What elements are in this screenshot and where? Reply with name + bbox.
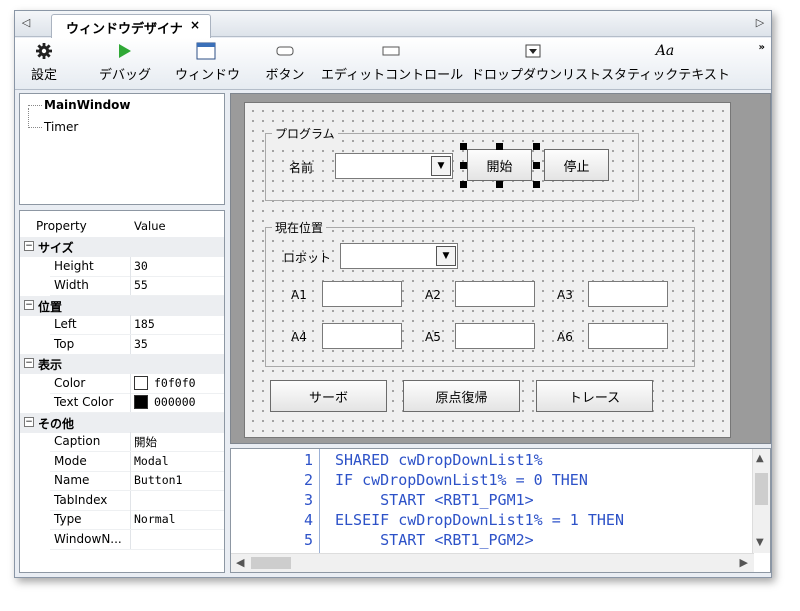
- axis-field-a4[interactable]: [322, 323, 402, 349]
- property-category-position[interactable]: − 位置: [20, 296, 224, 316]
- property-row[interactable]: Name Button1: [20, 471, 224, 491]
- collapse-icon[interactable]: −: [24, 358, 34, 368]
- property-row[interactable]: Color f0f0f0: [20, 374, 224, 394]
- axis-field-a6[interactable]: [588, 323, 668, 349]
- designer-surface: プログラム 名前 ▼ 開始 停止 現在位置 ロボット ▼ A1 A2 A3 A4…: [230, 93, 771, 444]
- chevron-down-icon[interactable]: ▼: [431, 156, 451, 176]
- axis-field-a5[interactable]: [455, 323, 535, 349]
- selection-handle[interactable]: [496, 181, 503, 188]
- program-dropdown[interactable]: ▼: [335, 153, 453, 179]
- static-text-tool[interactable]: Aa スタティックテキスト: [601, 38, 730, 90]
- property-row[interactable]: Left 185: [20, 315, 224, 335]
- static-text-icon: Aa: [655, 43, 675, 59]
- color-swatch[interactable]: [134, 376, 148, 390]
- axis-field-a2[interactable]: [455, 281, 535, 307]
- servo-button[interactable]: サーボ: [270, 380, 387, 412]
- axis-label-a3: A3: [557, 288, 573, 302]
- collapse-icon[interactable]: −: [24, 300, 34, 310]
- tab-strip: ◁ ウィンドウデザイナ × ▷: [15, 11, 771, 38]
- robot-dropdown[interactable]: ▼: [340, 243, 458, 269]
- code-line[interactable]: 5 START <RBT1_PGM2>: [231, 531, 741, 551]
- code-editor[interactable]: 1 SHARED cwDropDownList1% 2 IF cwDropDow…: [230, 448, 771, 573]
- tree-item-timer[interactable]: Timer: [28, 120, 78, 134]
- selection-handle[interactable]: [460, 181, 467, 188]
- vertical-scrollbar[interactable]: ▲ ▼: [752, 449, 770, 553]
- property-category-other[interactable]: − その他: [20, 413, 224, 433]
- robot-label: ロボット: [283, 251, 332, 265]
- property-row[interactable]: Type Normal: [20, 510, 224, 530]
- axis-label-a4: A4: [291, 330, 307, 344]
- dropdown-icon: [471, 38, 595, 64]
- property-row[interactable]: Mode Modal: [20, 452, 224, 472]
- code-line[interactable]: 4 ELSEIF cwDropDownList1% = 1 THEN: [231, 511, 741, 531]
- start-button[interactable]: 開始: [467, 149, 532, 181]
- edit-control-tool[interactable]: エディットコントロール: [321, 38, 463, 90]
- selection-handle[interactable]: [460, 162, 467, 169]
- toolbar: 設定 デバッグ ウィンドウ ボタン エディットコントロール ドロップダウンリスト…: [15, 38, 771, 90]
- gear-icon: [21, 38, 67, 64]
- chevron-down-icon[interactable]: ▼: [436, 246, 456, 266]
- property-category-size[interactable]: − サイズ: [20, 237, 224, 257]
- dropdown-list-tool[interactable]: ドロップダウンリスト: [471, 38, 601, 90]
- selection-handle[interactable]: [533, 162, 540, 169]
- tab-scroll-left-icon[interactable]: ◁: [19, 16, 33, 32]
- tab-title: ウィンドウデザイナ: [66, 22, 183, 37]
- axis-label-a6: A6: [557, 330, 573, 344]
- code-line[interactable]: 1 SHARED cwDropDownList1%: [231, 451, 741, 471]
- tree-item-mainwindow[interactable]: MainWindow: [28, 98, 131, 112]
- axis-label-a1: A1: [291, 288, 307, 302]
- button-tool[interactable]: ボタン: [261, 38, 309, 90]
- code-line[interactable]: 2 IF cwDropDownList1% = 0 THEN: [231, 471, 741, 491]
- scroll-thumb[interactable]: [755, 473, 768, 505]
- selection-handle[interactable]: [460, 143, 467, 150]
- window-button[interactable]: ウィンドウ: [175, 38, 240, 90]
- code-line[interactable]: 3 START <RBT1_PGM1>: [231, 491, 741, 511]
- close-icon[interactable]: ×: [190, 18, 200, 32]
- property-row[interactable]: WindowN...: [20, 530, 224, 550]
- property-row[interactable]: Height 30: [20, 257, 224, 277]
- selection-handle[interactable]: [533, 143, 540, 150]
- collapse-icon[interactable]: −: [24, 241, 34, 251]
- axis-field-a3[interactable]: [588, 281, 668, 307]
- scroll-up-icon[interactable]: ▲: [756, 453, 764, 464]
- axis-label-a2: A2: [425, 288, 441, 302]
- scroll-right-icon[interactable]: ▶: [740, 556, 748, 569]
- tab-window-designer[interactable]: ウィンドウデザイナ ×: [51, 14, 211, 38]
- trace-button[interactable]: トレース: [536, 380, 653, 412]
- selection-handle[interactable]: [496, 143, 503, 150]
- stop-button[interactable]: 停止: [544, 149, 609, 181]
- axis-label-a5: A5: [425, 330, 441, 344]
- tab-scroll-right-icon[interactable]: ▷: [753, 16, 767, 32]
- form-canvas[interactable]: プログラム 名前 ▼ 開始 停止 現在位置 ロボット ▼ A1 A2 A3 A4…: [244, 102, 731, 438]
- color-swatch[interactable]: [134, 395, 148, 409]
- button-shape-icon: [261, 38, 309, 64]
- scroll-down-icon[interactable]: ▼: [756, 537, 764, 548]
- collapse-icon[interactable]: −: [24, 417, 34, 427]
- window-icon: [175, 38, 237, 64]
- object-tree: MainWindow Timer: [19, 93, 225, 205]
- property-header: Property Value: [36, 219, 166, 233]
- property-category-display[interactable]: − 表示: [20, 354, 224, 374]
- property-row[interactable]: Caption 開始: [20, 432, 224, 452]
- name-label: 名前: [289, 161, 314, 175]
- debug-button[interactable]: デバッグ: [95, 38, 155, 90]
- property-row[interactable]: Top 35: [20, 335, 224, 355]
- edit-control-icon: [321, 38, 461, 64]
- horizontal-scrollbar[interactable]: ◀ ▶: [231, 553, 754, 572]
- scroll-thumb[interactable]: [251, 557, 291, 569]
- play-icon: [95, 38, 155, 64]
- scroll-left-icon[interactable]: ◀: [236, 556, 244, 569]
- property-row[interactable]: TabIndex: [20, 491, 224, 511]
- property-grid: Property Value − サイズ Height 30 Width 55 …: [19, 210, 225, 573]
- toolbar-overflow-icon[interactable]: »: [759, 42, 765, 53]
- axis-field-a1[interactable]: [322, 281, 402, 307]
- home-return-button[interactable]: 原点復帰: [403, 380, 520, 412]
- property-row[interactable]: Width 55: [20, 276, 224, 296]
- selection-handle[interactable]: [533, 181, 540, 188]
- window-designer: ◁ ウィンドウデザイナ × ▷ 設定 デバッグ ウィンドウ ボタン エディットコ…: [14, 10, 772, 578]
- settings-button[interactable]: 設定: [21, 38, 67, 90]
- property-row[interactable]: Text Color 000000: [20, 393, 224, 413]
